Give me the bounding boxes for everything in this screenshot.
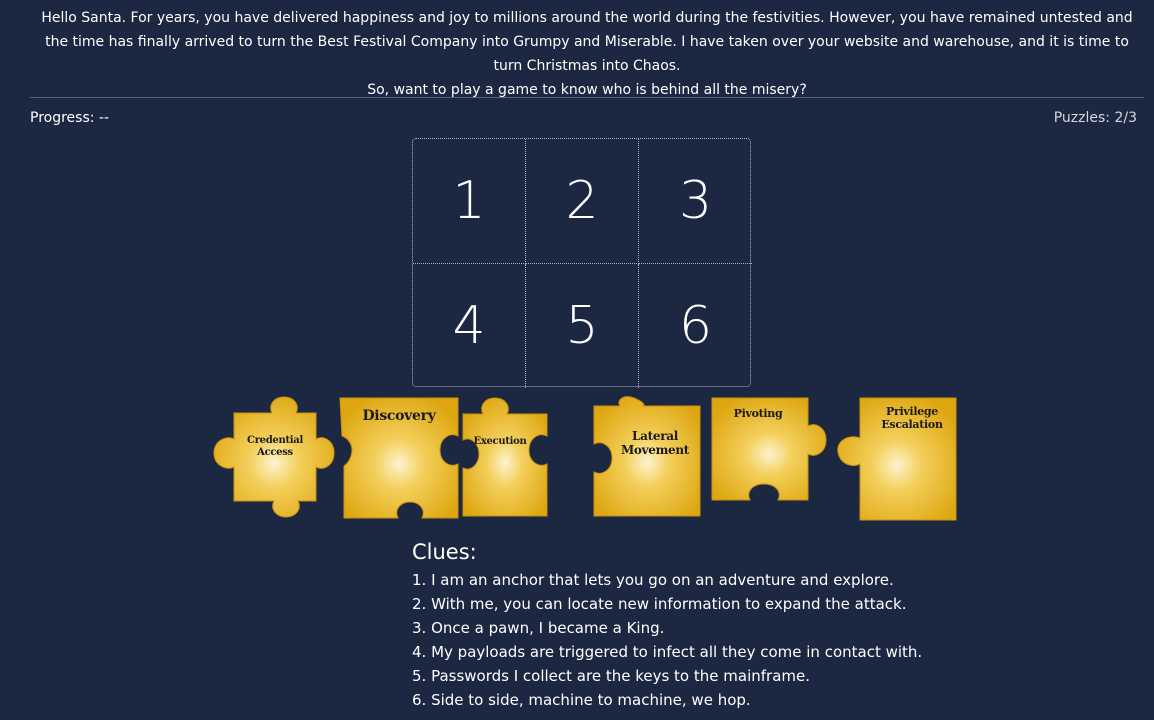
piece-label-line: Lateral [632, 429, 678, 443]
puzzle-piece-shape [462, 397, 548, 517]
puzzles-counter: Puzzles: 2/3 [1053, 110, 1137, 126]
puzzle-piece-discovery[interactable]: Discovery [336, 396, 464, 520]
puzzle-piece-credential-access[interactable]: Credential Access [210, 395, 340, 523]
clues-title: Clues: [412, 540, 477, 564]
progress-status: Progress: -- [30, 110, 110, 126]
intro-paragraph: Hello Santa. For years, you have deliver… [41, 10, 1133, 74]
clue-item: 4. My payloads are triggered to infect a… [412, 643, 923, 661]
puzzle-piece-shape [593, 396, 701, 517]
clue-item: 5. Passwords I collect are the keys to t… [412, 667, 810, 685]
clue-item: 6. Side to side, machine to machine, we … [412, 691, 751, 709]
piece-label: Pivoting [720, 407, 796, 421]
clue-item: 3. Once a pawn, I became a King. [412, 619, 665, 637]
intro-text: Hello Santa. For years, you have deliver… [30, 6, 1144, 102]
piece-label-line: Credential [247, 435, 303, 446]
puzzle-piece-pivoting[interactable]: Pivoting [708, 396, 842, 506]
grid-slot-3[interactable]: 3 [639, 139, 752, 264]
piece-label: Execution [469, 436, 531, 448]
puzzle-piece-privilege-escalation[interactable]: Privilege Escalation [832, 396, 960, 522]
piece-label: Lateral Movement [614, 429, 696, 458]
piece-label-line: Privilege [886, 405, 938, 418]
divider [30, 97, 1144, 98]
puzzle-piece-execution[interactable]: Execution [455, 396, 555, 520]
clue-item: 2. With me, you can locate new informati… [412, 595, 907, 613]
grid-slot-4[interactable]: 4 [413, 263, 526, 388]
puzzle-piece-shape [213, 396, 335, 518]
piece-label-line: Pivoting [733, 407, 783, 420]
piece-label-line: Execution [473, 436, 527, 447]
intro-question: So, want to play a game to know who is b… [367, 82, 807, 98]
grid-slot-1[interactable]: 1 [413, 139, 526, 264]
piece-label-line: Discovery [362, 408, 436, 424]
clues-section: Clues: 1. I am an anchor that lets you g… [412, 538, 1012, 712]
piece-label-line: Access [257, 446, 293, 458]
piece-label: Credential Access [238, 435, 312, 458]
piece-label: Privilege Escalation [870, 405, 954, 431]
puzzle-piece-lateral-movement[interactable]: Lateral Movement [586, 396, 704, 520]
clue-item: 1. I am an anchor that lets you go on an… [412, 571, 894, 589]
grid-slot-2[interactable]: 2 [526, 139, 639, 264]
grid-slot-5[interactable]: 5 [526, 263, 639, 388]
grid-slot-6[interactable]: 6 [639, 264, 752, 389]
piece-label-line: Escalation [881, 417, 943, 431]
piece-label: Discovery [356, 408, 442, 424]
puzzle-grid: 1 2 3 4 5 6 [412, 138, 752, 389]
piece-label-line: Movement [620, 442, 690, 457]
